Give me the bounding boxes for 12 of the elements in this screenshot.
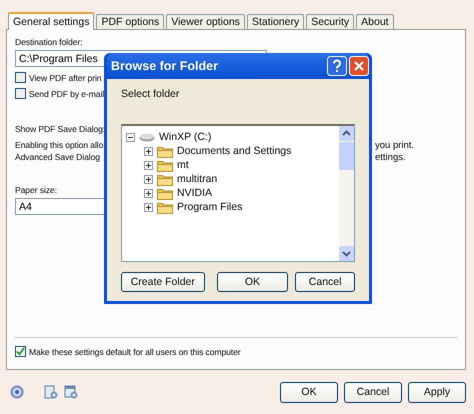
paper-size-label: Paper size: bbox=[15, 185, 57, 195]
checkbox-label: Send PDF by e-mail bbox=[29, 88, 104, 98]
description-text: ettings. bbox=[375, 152, 407, 163]
checkbox-label: View PDF after prin bbox=[29, 72, 102, 82]
save-dialog-label: Show PDF Save Dialog: bbox=[15, 124, 106, 134]
prompt-text: Select folder bbox=[121, 88, 180, 100]
description-text: you print. bbox=[375, 140, 416, 151]
description-text: Advanced Save Dialog bbox=[15, 152, 100, 163]
dialog-title: Browse for Folder bbox=[111, 59, 219, 73]
destination-label: Destination folder: bbox=[15, 37, 82, 47]
checkbox-label: Make these settings default for all users on this computer bbox=[29, 346, 241, 357]
description-text: Enabling this option allo bbox=[15, 140, 104, 151]
